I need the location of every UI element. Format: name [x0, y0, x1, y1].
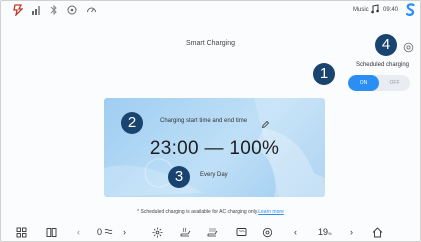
- music-note-icon: [371, 4, 379, 18]
- scheduled-charging-toggle[interactable]: ON OFF: [348, 75, 410, 91]
- charging-times-heading: Charging start time and end time: [160, 118, 248, 124]
- chevron-left-icon[interactable]: ‹: [77, 227, 80, 238]
- left-temp-value: 0: [97, 227, 103, 237]
- fan-icon[interactable]: [152, 227, 163, 241]
- right-value-unit: %: [328, 231, 332, 236]
- app-logo-icon[interactable]: [13, 4, 24, 17]
- location-icon: [67, 4, 77, 16]
- charging-time-range[interactable]: 23:00 — 100%: [104, 138, 325, 160]
- seat-heat-icon[interactable]: [180, 227, 192, 241]
- availability-note: * Scheduled charging is available for AC…: [0, 209, 421, 215]
- bottom-bar: ‹ 0 › ‹ 19% ›: [0, 222, 421, 242]
- status-bar: Music 09:40: [0, 0, 421, 22]
- callout-badge-3: 3: [168, 166, 190, 188]
- bluetooth-icon: [50, 4, 58, 16]
- music-label: Music: [353, 7, 369, 13]
- speedometer-icon: [86, 4, 97, 16]
- clock-time: 09:40: [383, 7, 399, 13]
- chevron-right-icon[interactable]: ›: [123, 227, 126, 238]
- chevron-right-icon[interactable]: ›: [350, 227, 353, 238]
- rear-defrost-icon[interactable]: [236, 227, 247, 241]
- split-screen-icon[interactable]: [46, 227, 57, 241]
- toggle-off-option[interactable]: OFF: [379, 75, 410, 91]
- seat-ventilation-icon[interactable]: [207, 227, 221, 241]
- repeat-label: Every Day: [200, 172, 228, 178]
- page-title: Smart Charging: [185, 40, 236, 47]
- settings-gear-icon[interactable]: [403, 40, 414, 53]
- apps-grid-icon[interactable]: [16, 227, 27, 241]
- right-value: 19%: [318, 227, 332, 239]
- climate-icon[interactable]: [262, 227, 273, 241]
- defrost-rear-icon: [104, 227, 113, 240]
- right-value-number: 19: [318, 227, 329, 237]
- learn-more-link[interactable]: Learn more: [258, 209, 284, 215]
- edit-pencil-icon[interactable]: [261, 116, 270, 129]
- scheduled-charging-label: Scheduled charging: [355, 62, 409, 68]
- note-text: * Scheduled charging is available for AC…: [137, 209, 259, 215]
- toggle-on-option[interactable]: ON: [348, 75, 379, 91]
- callout-badge-2: 2: [121, 112, 143, 134]
- home-icon[interactable]: [372, 227, 383, 241]
- schedule-card[interactable]: 2 Charging start time and end time 23:00…: [104, 98, 325, 197]
- callout-badge-1: 1: [313, 63, 335, 85]
- s-logo-icon[interactable]: [405, 3, 415, 16]
- signal-icon: [31, 4, 42, 16]
- callout-badge-4: 4: [375, 34, 397, 56]
- chevron-left-icon[interactable]: ‹: [294, 227, 297, 238]
